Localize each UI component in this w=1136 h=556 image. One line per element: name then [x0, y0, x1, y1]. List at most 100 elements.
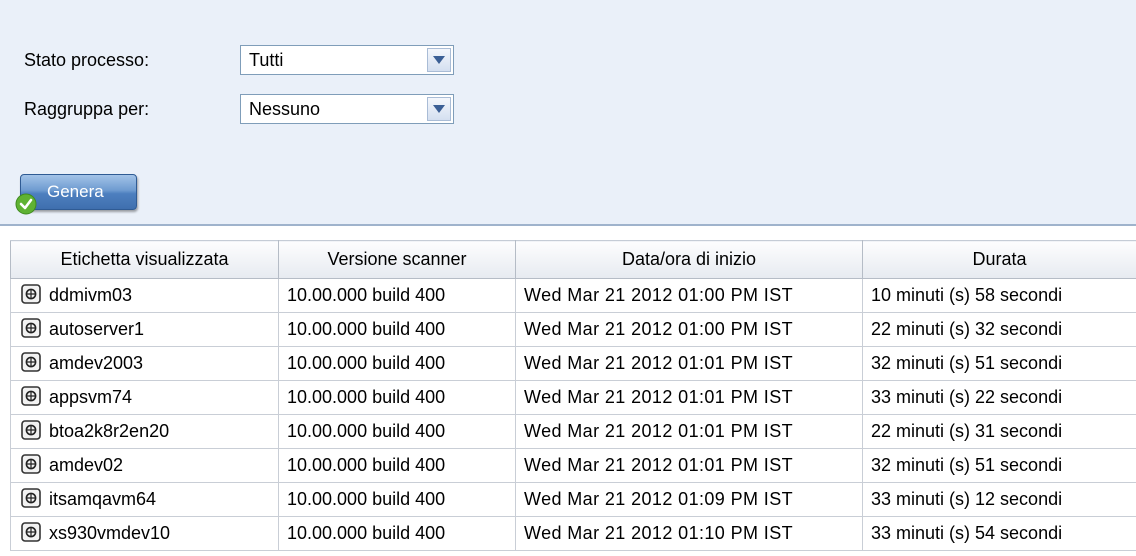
cell-text: Wed Mar 21 2012 01:01 PM IST	[524, 387, 794, 407]
cell-etichetta: btoa2k8r2en20	[10, 414, 279, 449]
table-row[interactable]: itsamqavm64 10.00.000 build 400 Wed Mar 21…	[10, 482, 1136, 517]
scanner-node-icon	[21, 318, 41, 338]
cell-versione: 10.00.000 build 400	[278, 380, 516, 415]
scanner-node-icon	[21, 454, 41, 474]
cell-data-ora: Wed Mar 21 2012 01:01 PM IST	[515, 414, 863, 449]
cell-etichetta: amdev02	[10, 448, 279, 483]
cell-text: Wed Mar 21 2012 01:01 PM IST	[524, 455, 794, 475]
cell-durata: 32 minuti (s) 51 secondi	[862, 346, 1136, 381]
cell-data-ora: Wed Mar 21 2012 01:10 PM IST	[515, 516, 863, 551]
cell-versione: 10.00.000 build 400	[278, 346, 516, 381]
cell-text: Wed Mar 21 2012 01:01 PM IST	[524, 353, 794, 373]
table-row[interactable]: amdev2003 10.00.000 build 400 Wed Mar 21 2…	[10, 346, 1136, 381]
cell-text: Wed Mar 21 2012 01:10 PM IST	[524, 523, 794, 543]
cell-text: 22 minuti (s) 31 secondi	[871, 421, 1063, 441]
cell-text: 22 minuti (s) 32 secondi	[871, 319, 1063, 339]
genera-button[interactable]: Genera	[15, 174, 137, 215]
chevron-down-icon[interactable]	[427, 97, 451, 121]
cell-text: 10.00.000 build 400	[287, 353, 446, 373]
table-row[interactable]: btoa2k8r2en20 10.00.000 build 400 Wed Mar …	[10, 414, 1136, 449]
scanner-node-icon	[21, 352, 41, 372]
scanner-node-icon	[21, 284, 41, 304]
checkmark-icon	[15, 193, 37, 215]
cell-durata: 32 minuti (s) 51 secondi	[862, 448, 1136, 483]
cell-durata: 22 minuti (s) 32 secondi	[862, 312, 1136, 347]
cell-etichetta: appsvm74	[10, 380, 279, 415]
cell-durata: 33 minuti (s) 12 secondi	[862, 482, 1136, 517]
cell-etichetta: xs930vmdev10	[10, 516, 279, 551]
cell-text: 10.00.000 build 400	[287, 421, 446, 441]
cell-text: btoa2k8r2en20	[49, 420, 170, 441]
cell-versione: 10.00.000 build 400	[278, 312, 516, 347]
cell-etichetta: itsamqavm64	[10, 482, 279, 517]
column-header-durata[interactable]: Durata	[862, 240, 1136, 279]
cell-durata: 33 minuti (s) 22 secondi	[862, 380, 1136, 415]
cell-data-ora: Wed Mar 21 2012 01:01 PM IST	[515, 346, 863, 381]
cell-durata: 22 minuti (s) 31 secondi	[862, 414, 1136, 449]
cell-text: 10.00.000 build 400	[287, 455, 446, 475]
cell-text: 33 minuti (s) 12 secondi	[871, 489, 1063, 509]
cell-text: 10.00.000 build 400	[287, 319, 446, 339]
stato-processo-select[interactable]: Tutti	[240, 45, 454, 75]
table-row[interactable]: ddmivm03 10.00.000 build 400 Wed Mar 21 20…	[10, 278, 1136, 313]
cell-text: 33 minuti (s) 22 secondi	[871, 387, 1063, 407]
scan-results-table: Etichetta visualizzata Versione scanner …	[10, 240, 1136, 551]
cell-text: Wed Mar 21 2012 01:00 PM IST	[524, 285, 794, 305]
cell-durata: 33 minuti (s) 54 secondi	[862, 516, 1136, 551]
table-row[interactable]: appsvm74 10.00.000 build 400 Wed Mar 21 20…	[10, 380, 1136, 415]
cell-text: Wed Mar 21 2012 01:01 PM IST	[524, 421, 794, 441]
cell-text: 10.00.000 build 400	[287, 387, 446, 407]
cell-data-ora: Wed Mar 21 2012 01:01 PM IST	[515, 380, 863, 415]
table-row[interactable]: xs930vmdev10 10.00.000 build 400 Wed Mar 2…	[10, 516, 1136, 551]
cell-etichetta: ddmivm03	[10, 278, 279, 313]
cell-versione: 10.00.000 build 400	[278, 482, 516, 517]
cell-text: Wed Mar 21 2012 01:09 PM IST	[524, 489, 794, 509]
cell-text: 32 minuti (s) 51 secondi	[871, 353, 1063, 373]
scanner-node-icon	[21, 386, 41, 406]
cell-durata: 10 minuti (s) 58 secondi	[862, 278, 1136, 313]
raggruppa-per-label: Raggruppa per:	[24, 98, 150, 119]
cell-versione: 10.00.000 build 400	[278, 448, 516, 483]
cell-text: 10 minuti (s) 58 secondi	[871, 285, 1063, 305]
cell-versione: 10.00.000 build 400	[278, 516, 516, 551]
cell-text: 33 minuti (s) 54 secondi	[871, 523, 1063, 543]
cell-text: itsamqavm64	[49, 488, 157, 509]
scanner-node-icon	[21, 488, 41, 508]
cell-data-ora: Wed Mar 21 2012 01:00 PM IST	[515, 278, 863, 313]
cell-text: 10.00.000 build 400	[287, 489, 446, 509]
stato-processo-label: Stato processo:	[24, 49, 150, 70]
cell-text: Wed Mar 21 2012 01:00 PM IST	[524, 319, 794, 339]
cell-text: appsvm74	[49, 386, 133, 407]
filter-panel: Stato processo: Tutti Raggruppa per: Nes…	[0, 0, 1136, 226]
column-header-data-ora[interactable]: Data/ora di inizio	[515, 240, 863, 279]
cell-text: ddmivm03	[49, 284, 133, 305]
column-header-etichetta[interactable]: Etichetta visualizzata	[10, 240, 279, 279]
cell-text: xs930vmdev10	[49, 522, 171, 543]
genera-label: Genera	[47, 182, 104, 201]
raggruppa-per-row: Raggruppa per: Nessuno	[24, 94, 454, 124]
table-row[interactable]: autoserver1 10.00.000 build 400 Wed Mar 21…	[10, 312, 1136, 347]
scanner-node-icon	[21, 420, 41, 440]
table-row[interactable]: amdev02 10.00.000 build 400 Wed Mar 21 201…	[10, 448, 1136, 483]
chevron-down-icon[interactable]	[427, 48, 451, 72]
cell-data-ora: Wed Mar 21 2012 01:00 PM IST	[515, 312, 863, 347]
cell-etichetta: autoserver1	[10, 312, 279, 347]
column-header-versione[interactable]: Versione scanner	[278, 240, 516, 279]
cell-versione: 10.00.000 build 400	[278, 278, 516, 313]
scanner-node-icon	[21, 522, 41, 542]
cell-text: 10.00.000 build 400	[287, 285, 446, 305]
cell-versione: 10.00.000 build 400	[278, 414, 516, 449]
cell-text: amdev2003	[49, 352, 144, 373]
cell-etichetta: amdev2003	[10, 346, 279, 381]
stato-processo-row: Stato processo: Tutti	[24, 45, 454, 75]
cell-data-ora: Wed Mar 21 2012 01:09 PM IST	[515, 482, 863, 517]
table-header-row: Etichetta visualizzata Versione scanner …	[10, 240, 1136, 279]
stato-processo-value: Tutti	[249, 49, 284, 70]
raggruppa-per-value: Nessuno	[249, 98, 321, 119]
cell-text: 32 minuti (s) 51 secondi	[871, 455, 1063, 475]
cell-data-ora: Wed Mar 21 2012 01:01 PM IST	[515, 448, 863, 483]
cell-text: autoserver1	[49, 318, 145, 339]
cell-text: 10.00.000 build 400	[287, 523, 446, 543]
raggruppa-per-select[interactable]: Nessuno	[240, 94, 454, 124]
cell-text: amdev02	[49, 454, 124, 475]
